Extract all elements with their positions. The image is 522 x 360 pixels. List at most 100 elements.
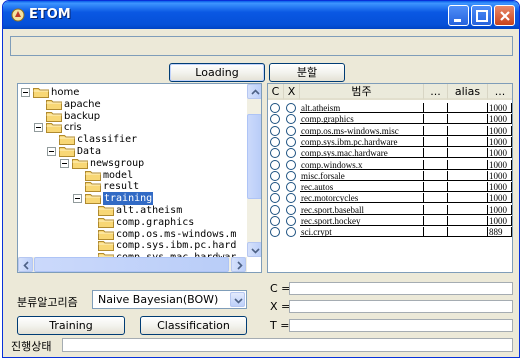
algorithm-label: 분류알고리즘 [17, 296, 78, 309]
c-radio[interactable] [270, 136, 280, 147]
app-icon [11, 8, 25, 22]
c-radio[interactable] [270, 227, 280, 238]
x-radio[interactable] [286, 103, 296, 113]
split-button[interactable]: 분할 [269, 63, 345, 82]
alias-cell [448, 125, 488, 136]
x-radio[interactable] [286, 170, 296, 181]
folder-icon [85, 170, 101, 181]
alias-cell [448, 136, 488, 147]
collapse-toggle-icon[interactable] [47, 147, 56, 156]
list-row[interactable]: comp.graphics 1000 [268, 114, 512, 125]
chevron-left-icon [23, 261, 29, 270]
alias-cell [448, 193, 488, 204]
c-radio[interactable] [270, 170, 280, 181]
alias-cell [448, 182, 488, 193]
maximize-button[interactable] [471, 5, 492, 26]
extra-cell [424, 193, 448, 204]
x-radio[interactable] [286, 159, 296, 170]
list-row[interactable]: comp.sys.mac.hardware 1000 [268, 148, 512, 159]
progress-label: 진행상태 [11, 340, 52, 353]
category-cell: rec.autos [300, 182, 424, 193]
loading-button[interactable]: Loading [169, 63, 265, 82]
collapse-toggle-icon[interactable] [21, 88, 30, 97]
folder-icon [72, 158, 88, 169]
tree-hscroll-thumb[interactable] [34, 257, 229, 272]
message-box [10, 36, 513, 56]
collapse-toggle-icon[interactable] [34, 123, 43, 133]
algorithm-select[interactable]: Naive Bayesian(BOW) [92, 290, 247, 309]
tree-vertical-scrollbar[interactable] [247, 84, 261, 257]
x-radio[interactable] [286, 148, 296, 159]
x-value-field [289, 300, 513, 313]
category-cell: rec.motorcycles [300, 193, 424, 204]
extra-cell [424, 125, 448, 136]
x-radio[interactable] [286, 125, 296, 136]
collapse-toggle-icon[interactable] [73, 194, 82, 204]
list-row[interactable]: rec.motorcycles 1000 [268, 193, 512, 204]
chevron-down-icon [234, 298, 243, 304]
list-row[interactable]: comp.sys.ibm.pc.hardware 1000 [268, 136, 512, 148]
count-cell: 1000 [488, 159, 512, 170]
collapse-toggle-icon[interactable] [60, 158, 69, 168]
category-list[interactable]: C X 범주... alias... alt.atheism 1000 comp.grap… [267, 83, 513, 273]
t-value-field [289, 319, 513, 332]
tree-scroll-thumb[interactable] [247, 114, 261, 199]
progress-bar [62, 338, 513, 352]
x-radio[interactable] [286, 193, 296, 204]
c-radio[interactable] [270, 182, 280, 193]
c-radio[interactable] [270, 204, 280, 215]
extra-cell [424, 227, 448, 238]
scroll-right-button[interactable] [231, 257, 246, 272]
list-row[interactable]: rec.autos 1000 [268, 182, 512, 193]
maximize-icon [476, 10, 488, 22]
extra-cell [424, 159, 448, 170]
minimize-button[interactable] [448, 5, 469, 26]
scroll-left-button[interactable] [18, 257, 33, 272]
x-radio[interactable] [286, 204, 296, 215]
scroll-down-button[interactable] [247, 242, 261, 257]
minimize-icon [454, 19, 461, 22]
count-cell: 1000 [488, 114, 512, 125]
c-radio[interactable] [270, 148, 280, 159]
count-cell: 1000 [488, 216, 512, 226]
tree-horizontal-scrollbar[interactable] [18, 257, 247, 272]
alias-cell [448, 227, 488, 238]
list-row[interactable]: comp.os.ms-windows.misc 1000 [268, 125, 512, 137]
column-header[interactable]: ... [424, 84, 448, 100]
extra-cell [424, 170, 448, 181]
list-row[interactable]: comp.windows.x 1000 [268, 159, 512, 171]
column-header[interactable]: alias [448, 84, 488, 100]
x-radio[interactable] [286, 136, 296, 147]
x-radio[interactable] [286, 216, 296, 226]
extra-cell [424, 182, 448, 193]
column-header[interactable]: ... [488, 84, 512, 100]
scroll-up-button[interactable] [247, 84, 261, 99]
column-header[interactable]: 범주 [300, 84, 424, 100]
c-radio[interactable] [270, 125, 280, 136]
folder-tree[interactable]: home apache backup cris classifier Data newsgr… [17, 83, 262, 273]
classification-button[interactable]: Classification [140, 316, 247, 335]
extra-cell [424, 148, 448, 159]
c-radio[interactable] [270, 159, 280, 170]
x-radio[interactable] [286, 114, 296, 125]
c-radio[interactable] [270, 114, 280, 125]
extra-cell [424, 216, 448, 226]
count-cell: 1000 [488, 136, 512, 147]
training-button[interactable]: Training [17, 316, 125, 335]
list-row[interactable]: rec.sport.hockey 1000 [268, 216, 512, 227]
column-header[interactable]: X [284, 84, 300, 100]
c-radio[interactable] [270, 193, 280, 204]
list-row[interactable]: sci.crypt 889 [268, 227, 512, 238]
list-row[interactable]: rec.sport.baseball 1000 [268, 204, 512, 216]
dropdown-button[interactable] [230, 292, 245, 307]
c-radio[interactable] [270, 216, 280, 226]
c-radio[interactable] [270, 103, 280, 113]
x-radio[interactable] [286, 227, 296, 238]
column-header[interactable]: C [268, 84, 284, 100]
close-button[interactable] [494, 5, 515, 26]
x-radio[interactable] [286, 182, 296, 193]
list-row[interactable]: alt.atheism 1000 [268, 103, 512, 114]
title-bar[interactable]: ETOM [3, 1, 519, 29]
list-row[interactable]: misc.forsale 1000 [268, 170, 512, 182]
x-label: X = [270, 300, 291, 313]
